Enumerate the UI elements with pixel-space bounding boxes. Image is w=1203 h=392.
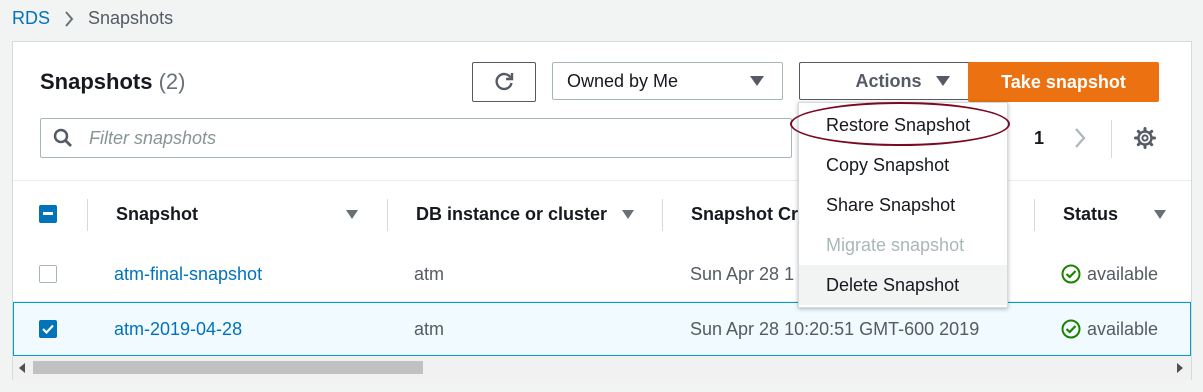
filter-box xyxy=(40,118,792,158)
settings-button[interactable] xyxy=(1133,126,1157,155)
snapshot-count: (2) xyxy=(158,69,186,94)
column-divider xyxy=(87,199,88,231)
column-divider xyxy=(1034,199,1035,231)
take-snapshot-button[interactable]: Take snapshot xyxy=(968,62,1159,102)
table-row-selected[interactable]: atm-2019-04-28 atm Sun Apr 28 10:20:51 G… xyxy=(13,302,1191,356)
created-cell: Sun Apr 28 1 xyxy=(690,263,795,284)
refresh-icon xyxy=(495,72,514,91)
next-page-button[interactable] xyxy=(1073,126,1087,155)
column-header-instance[interactable]: DB instance or cluster xyxy=(416,181,607,247)
owner-filter-select[interactable]: Owned by Me xyxy=(552,62,783,100)
filter-input[interactable] xyxy=(87,126,791,150)
instance-cell: atm xyxy=(414,318,445,339)
checkbox-box xyxy=(39,265,57,283)
column-header-status[interactable]: Status xyxy=(1063,181,1118,247)
table-header: Snapshot DB instance or cluster Snapshot… xyxy=(13,180,1191,248)
sort-caret-shape xyxy=(346,209,358,219)
column-header-label: DB instance or cluster xyxy=(416,203,608,224)
refresh-button[interactable] xyxy=(472,62,536,102)
breadcrumb-current: Snapshots xyxy=(88,8,174,28)
sort-caret-shape xyxy=(622,209,634,219)
caret-down-icon xyxy=(935,76,950,86)
column-header-snapshot[interactable]: Snapshot xyxy=(116,181,198,247)
scroll-left-arrow-icon[interactable] xyxy=(19,363,25,373)
page-title: Snapshots (2) xyxy=(40,69,185,95)
owner-filter-value: Owned by Me xyxy=(567,70,679,91)
snapshot-link[interactable]: atm-final-snapshot xyxy=(114,247,262,301)
status-badge: available xyxy=(1061,303,1158,355)
actions-label: Actions xyxy=(855,70,922,91)
status-text: available xyxy=(1087,318,1159,339)
column-header-label: Status xyxy=(1063,203,1119,224)
status-text: available xyxy=(1087,263,1159,284)
checkbox-indeterminate xyxy=(39,205,57,223)
sort-caret-icon[interactable] xyxy=(346,181,358,247)
gear-icon xyxy=(1134,127,1156,149)
instance-cell: atm xyxy=(414,263,445,284)
chevron-right-icon xyxy=(64,10,74,27)
divider xyxy=(1111,120,1112,158)
caret-down-icon xyxy=(750,76,764,86)
menu-item-share-snapshot[interactable]: Share Snapshot xyxy=(799,185,1007,225)
status-badge: available xyxy=(1061,247,1158,301)
check-circle-icon xyxy=(1061,319,1081,339)
check-circle-icon xyxy=(1061,264,1081,284)
search-icon xyxy=(53,128,72,147)
page-title-text: Snapshots xyxy=(40,69,153,94)
row-checkbox[interactable] xyxy=(39,303,57,355)
checkbox-checked xyxy=(39,320,57,338)
column-divider xyxy=(387,199,388,231)
created-cell: Sun Apr 28 10:20:51 GMT-600 2019 xyxy=(690,318,980,339)
chevron-right-icon xyxy=(1075,128,1086,148)
column-divider xyxy=(662,199,663,231)
column-header-created[interactable]: Snapshot Cr xyxy=(691,181,798,247)
snapshot-link[interactable]: atm-2019-04-28 xyxy=(114,303,242,355)
table-row[interactable]: atm-final-snapshot atm Sun Apr 28 1 avai… xyxy=(13,247,1191,302)
menu-item-migrate-snapshot: Migrate snapshot xyxy=(826,234,965,255)
breadcrumb: RDS Snapshots xyxy=(12,8,173,29)
column-header-label: Snapshot Cr xyxy=(691,203,799,224)
sort-caret-icon[interactable] xyxy=(622,181,634,247)
pagination-page[interactable]: 1 xyxy=(1034,128,1044,149)
horizontal-scrollbar[interactable] xyxy=(13,356,1191,380)
sort-caret-icon[interactable] xyxy=(1154,181,1166,247)
breadcrumb-rds-link[interactable]: RDS xyxy=(12,8,50,29)
scrollbar-thumb[interactable] xyxy=(33,361,423,374)
row-checkbox[interactable] xyxy=(39,247,57,301)
select-all-checkbox[interactable] xyxy=(39,181,57,247)
annotation-ellipse xyxy=(790,102,1010,146)
sort-caret-shape xyxy=(1154,209,1166,219)
column-header-label: Snapshot xyxy=(116,203,199,224)
snapshots-panel: Snapshots (2) Owned by Me Actions Take s… xyxy=(12,41,1192,380)
menu-item-delete-snapshot[interactable]: Delete Snapshot xyxy=(799,265,1007,305)
menu-item-copy-snapshot[interactable]: Copy Snapshot xyxy=(799,145,1007,185)
scroll-right-arrow-icon[interactable] xyxy=(1177,363,1183,373)
